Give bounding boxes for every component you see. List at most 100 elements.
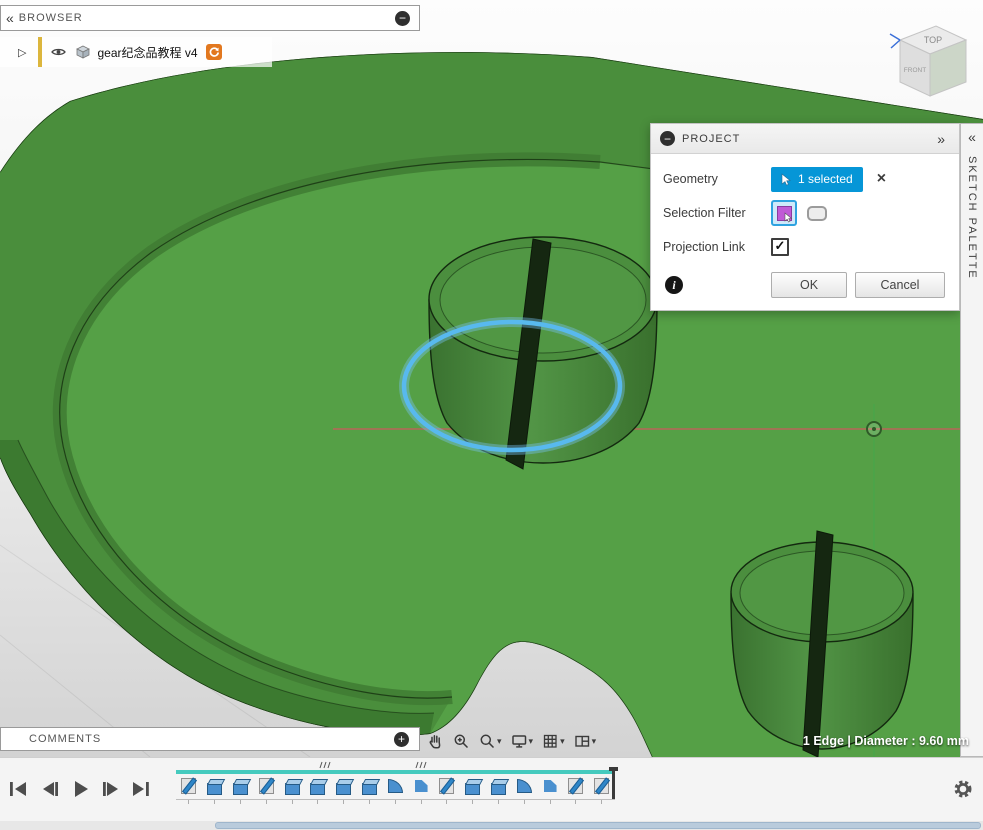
timeline-bar xyxy=(0,757,983,830)
extrude-feature-icon xyxy=(310,783,325,795)
timeline-item-sketch[interactable] xyxy=(589,774,615,798)
timeline-item-extrude[interactable] xyxy=(279,774,305,798)
axis-triad-icon xyxy=(890,34,900,48)
extrude-feature-icon xyxy=(207,783,222,795)
fillet-feature-icon xyxy=(517,779,532,793)
timeline-item-sketch[interactable] xyxy=(434,774,460,798)
expand-arrow-icon[interactable]: ▷ xyxy=(18,46,26,59)
timeline-item-chamfer[interactable] xyxy=(408,774,434,798)
component-name[interactable]: gear纪念品教程 v4 xyxy=(97,44,197,61)
geometry-selected-count: 1 selected xyxy=(798,172,853,186)
body-filter-icon xyxy=(807,206,827,221)
zoom-button[interactable]: ▾ xyxy=(476,731,505,752)
timeline-item-extrude[interactable] xyxy=(486,774,512,798)
grid-settings-button[interactable]: ▾ xyxy=(539,731,568,752)
pan-button[interactable] xyxy=(424,731,447,752)
browser-collapse-button[interactable]: − xyxy=(395,11,410,26)
filter-bodies-button[interactable] xyxy=(804,200,830,226)
timeline-item-sketch[interactable] xyxy=(563,774,589,798)
timeline-tick xyxy=(279,800,305,804)
viewcube-front-label: FRONT xyxy=(904,67,926,74)
ok-button[interactable]: OK xyxy=(771,272,847,298)
timeline-item-extrude[interactable] xyxy=(228,774,254,798)
step-back-button[interactable] xyxy=(41,782,59,796)
timeline-item-extrude[interactable] xyxy=(305,774,331,798)
geometry-selected-button[interactable]: 1 selected xyxy=(771,167,863,192)
geometry-row: Geometry 1 selected × xyxy=(663,162,947,196)
clear-selection-button[interactable]: × xyxy=(877,171,886,187)
visibility-eye-icon[interactable] xyxy=(50,46,67,58)
collapse-left-icon[interactable]: « xyxy=(1,11,19,25)
timeline-strip xyxy=(176,770,615,804)
timeline-item-extrude[interactable] xyxy=(460,774,486,798)
timeline-item-extrude[interactable] xyxy=(202,774,228,798)
model-viewport[interactable]: TOP FRONT « BROWSER − ▷ gear纪念品教程 v4 xyxy=(0,0,983,757)
filter-faces-button[interactable] xyxy=(771,200,797,226)
timeline-item-extrude[interactable] xyxy=(331,774,357,798)
timeline-item-sketch[interactable] xyxy=(253,774,279,798)
timeline-settings-button[interactable] xyxy=(953,779,973,804)
timeline-item-chamfer[interactable] xyxy=(537,774,563,798)
fusion-window: TOP FRONT « BROWSER − ▷ gear纪念品教程 v4 xyxy=(0,0,983,830)
step-forward-button[interactable] xyxy=(102,782,120,796)
view-cube[interactable]: TOP FRONT xyxy=(886,12,970,104)
active-indicator-bar xyxy=(38,37,42,67)
timeline-tick xyxy=(357,800,383,804)
timeline-playback-controls xyxy=(10,781,151,797)
projection-link-label: Projection Link xyxy=(663,240,771,254)
expand-right-icon[interactable]: » xyxy=(932,132,950,146)
display-settings-button[interactable]: ▾ xyxy=(508,731,537,752)
timeline-tick xyxy=(331,800,357,804)
extrude-feature-icon xyxy=(285,783,300,795)
boss-cylinder-2 xyxy=(731,531,913,757)
comments-title: COMMENTS xyxy=(29,733,394,745)
timeline-tick xyxy=(176,800,202,804)
fillet-feature-icon xyxy=(388,779,403,793)
add-comment-button[interactable]: + xyxy=(394,732,409,747)
timeline-items xyxy=(176,774,615,798)
caret-down-icon: ▾ xyxy=(592,736,597,747)
timeline-item-fillet[interactable] xyxy=(382,774,408,798)
timeline-tick xyxy=(305,800,331,804)
horizontal-scrollbar-thumb[interactable] xyxy=(215,822,981,829)
timeline-tick xyxy=(563,800,589,804)
origin-point xyxy=(867,422,881,436)
boss-cylinder-1 xyxy=(429,237,657,469)
timeline-tick xyxy=(589,800,615,804)
timeline-tick xyxy=(382,800,408,804)
timeline-tick xyxy=(486,800,512,804)
gear-icon xyxy=(953,779,973,799)
play-button[interactable] xyxy=(72,781,89,797)
timeline-item-fillet[interactable] xyxy=(511,774,537,798)
timeline-tick xyxy=(460,800,486,804)
timeline-tick xyxy=(511,800,537,804)
timeline-item-sketch[interactable] xyxy=(176,774,202,798)
viewports-button[interactable]: ▾ xyxy=(571,731,600,752)
go-to-start-button[interactable] xyxy=(10,782,28,796)
caret-down-icon: ▾ xyxy=(497,736,502,747)
projection-link-checkbox[interactable]: ✓ xyxy=(771,238,789,256)
timeline-item-extrude[interactable] xyxy=(357,774,383,798)
info-button[interactable]: i xyxy=(665,276,683,294)
browser-tree-item[interactable]: ▷ gear纪念品教程 v4 xyxy=(0,37,272,67)
dialog-collapse-button[interactable]: − xyxy=(660,131,675,146)
sketch-feature-icon xyxy=(594,778,609,794)
timeline-scrubber[interactable] xyxy=(612,767,615,799)
project-dialog-header[interactable]: − PROJECT » xyxy=(651,124,959,154)
horizontal-scrollbar-track[interactable] xyxy=(0,821,983,830)
zoom-window-button[interactable] xyxy=(450,731,473,752)
expand-palette-icon[interactable]: « xyxy=(963,130,981,144)
selection-filter-label: Selection Filter xyxy=(663,206,771,220)
timeline-tick xyxy=(434,800,460,804)
timeline-tick xyxy=(228,800,254,804)
navigation-toolbar: ▾ ▾ ▾ ▾ xyxy=(424,729,599,753)
viewcube-top-label: TOP xyxy=(924,35,942,45)
model-canvas[interactable] xyxy=(0,0,983,757)
sketch-feature-icon xyxy=(439,778,454,794)
sketch-palette-tab[interactable]: « SKETCH PALETTE xyxy=(960,123,983,757)
cancel-button[interactable]: Cancel xyxy=(855,272,945,298)
unsaved-changes-icon xyxy=(206,44,222,60)
comments-panel-header: COMMENTS + xyxy=(0,727,420,751)
go-to-end-button[interactable] xyxy=(133,782,151,796)
sketch-feature-icon xyxy=(259,778,274,794)
